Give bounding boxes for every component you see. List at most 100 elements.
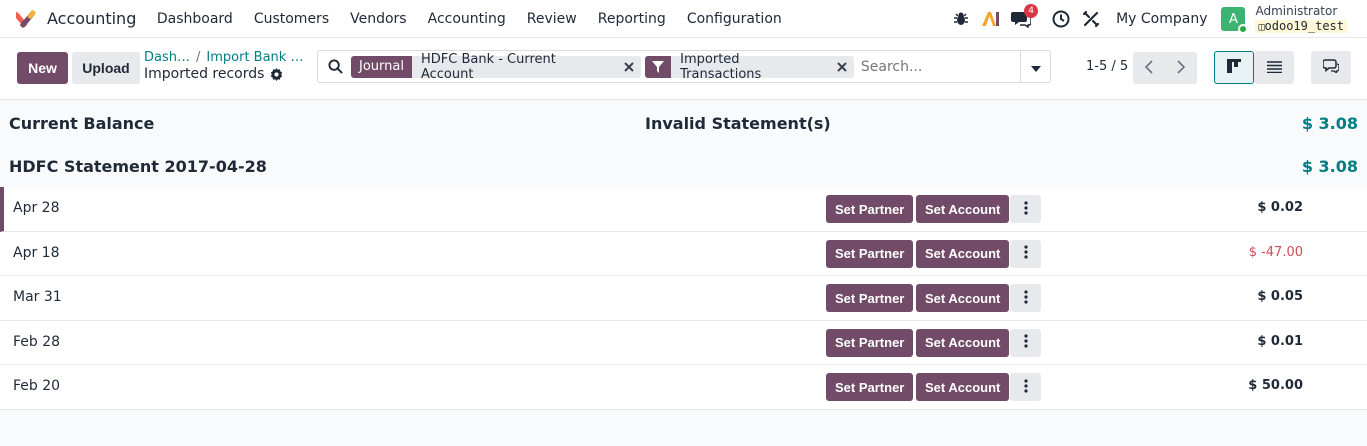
set-partner-button[interactable]: Set Partner: [826, 373, 914, 402]
transaction-row[interactable]: Mar 31 Set Partner Set Account $ 0.05: [0, 276, 1367, 321]
pager-next-button[interactable]: [1165, 52, 1197, 84]
transaction-amount: $ 50.00: [1248, 378, 1303, 394]
set-account-button[interactable]: Set Account: [916, 284, 1010, 313]
invalid-statements-link[interactable]: Invalid Statement(s): [645, 114, 831, 133]
more-actions-button[interactable]: [1010, 195, 1041, 223]
transaction-amount: $ 0.02: [1257, 200, 1303, 215]
set-account-button[interactable]: Set Account: [916, 373, 1010, 402]
pager-previous-button[interactable]: [1133, 52, 1165, 84]
transaction-date: Feb 20: [13, 378, 61, 395]
transaction-date: Apr 18: [13, 244, 60, 261]
transaction-amount: $ 0.05: [1257, 289, 1303, 305]
set-partner-button[interactable]: Set Partner: [826, 239, 914, 268]
chevron-left-icon: [1144, 59, 1153, 78]
set-partner-button[interactable]: Set Partner: [826, 328, 914, 357]
database-name: ◫odoo19_test: [1255, 18, 1347, 33]
facet-label: Journal: [351, 55, 412, 78]
menu-customers[interactable]: Customers: [243, 11, 339, 27]
facet-value: Imported Transactions: [680, 51, 762, 82]
transaction-date: Feb 28: [13, 333, 61, 350]
breadcrumb-import-bank[interactable]: Import Bank …: [206, 50, 303, 65]
breadcrumb-dashboard[interactable]: Dash…: [144, 50, 190, 65]
user-avatar[interactable]: A: [1221, 7, 1249, 34]
set-account-button[interactable]: Set Account: [916, 239, 1010, 268]
caret-down-icon: [1030, 57, 1041, 76]
transaction-row[interactable]: Feb 20 Set Partner Set Account $ 50.00: [0, 365, 1367, 410]
filter-facet: Imported Transactions: [645, 52, 854, 82]
search-icon[interactable]: [328, 59, 343, 74]
user-menu[interactable]: Administrator ◫odoo19_test: [1255, 4, 1347, 33]
top-navbar: Accounting Dashboard Customers Vendors A…: [0, 0, 1367, 38]
journal-facet: Journal HDFC Bank - Current Account: [351, 52, 642, 82]
navbar-systray: 4 My Company A Administrator ◫odoo19_tes…: [946, 0, 1367, 38]
menu-accounting[interactable]: Accounting: [417, 11, 516, 27]
breadcrumb: Dash… / Import Bank … Imported records: [144, 50, 303, 82]
current-balance-row: Current Balance Invalid Statement(s) $ 3…: [0, 101, 1367, 146]
more-actions-button[interactable]: [1010, 373, 1041, 402]
transaction-row[interactable]: Feb 28 Set Partner Set Account $ 0.01: [0, 320, 1367, 366]
menu-vendors[interactable]: Vendors: [340, 11, 417, 27]
search-bar: Journal HDFC Bank - Current Account Impo…: [317, 50, 1051, 83]
avatar-letter: A: [1229, 11, 1238, 27]
facet-value: HDFC Bank - Current Account: [420, 51, 556, 82]
upload-button[interactable]: Upload: [72, 52, 140, 84]
kanban-view-button[interactable]: [1214, 51, 1254, 84]
new-button[interactable]: New: [17, 52, 68, 84]
chevron-right-icon: [1177, 59, 1186, 78]
kanban-icon: [1227, 58, 1241, 77]
set-partner-button[interactable]: Set Partner: [826, 284, 914, 313]
set-partner-button[interactable]: Set Partner: [826, 195, 914, 223]
bank-reconciliation-content: Current Balance Invalid Statement(s) $ 3…: [0, 101, 1367, 410]
transaction-amount: $ 0.01: [1257, 333, 1303, 349]
control-panel: New Upload Dash… / Import Bank … Imported …: [0, 38, 1367, 100]
set-account-button[interactable]: Set Account: [916, 328, 1010, 357]
company-switcher[interactable]: My Company: [1116, 11, 1207, 27]
chatter-toggle-button[interactable]: [1311, 51, 1351, 84]
online-status-dot: [1238, 24, 1249, 34]
search-options-toggle[interactable]: [1020, 51, 1050, 82]
more-actions-button[interactable]: [1010, 239, 1041, 268]
filter-icon: [645, 55, 672, 78]
user-name: Administrator: [1255, 4, 1338, 19]
transaction-amount: $ -47.00: [1248, 244, 1303, 260]
bug-icon[interactable]: [950, 8, 972, 30]
vertical-dots-icon: [1023, 378, 1028, 397]
transaction-date: Apr 28: [13, 200, 60, 216]
menu-reporting[interactable]: Reporting: [587, 11, 676, 27]
vertical-dots-icon: [1023, 289, 1028, 308]
app-brand[interactable]: Accounting: [13, 8, 146, 30]
menu-review[interactable]: Review: [516, 11, 587, 27]
menu-dashboard[interactable]: Dashboard: [146, 11, 243, 27]
more-actions-button[interactable]: [1010, 328, 1041, 357]
accounting-app-icon: [13, 8, 38, 30]
ai-icon[interactable]: [980, 8, 1002, 30]
menu-configuration[interactable]: Configuration: [676, 11, 792, 27]
transaction-row[interactable]: Apr 28 Set Partner Set Account $ 0.02: [0, 187, 1367, 232]
set-account-button[interactable]: Set Account: [916, 195, 1010, 223]
current-balance-label: Current Balance: [9, 114, 155, 133]
messages-icon[interactable]: 4: [1010, 4, 1039, 30]
page-title: Imported records: [144, 66, 265, 82]
transaction-date: Mar 31: [13, 289, 62, 306]
more-actions-button[interactable]: [1010, 284, 1041, 313]
vertical-dots-icon: [1023, 200, 1028, 219]
pager-value[interactable]: 1-5 / 5: [1086, 59, 1128, 74]
current-balance-value: $ 3.08: [1301, 114, 1358, 133]
comments-icon: [1322, 58, 1340, 77]
gear-icon[interactable]: [270, 67, 283, 81]
database-name-label: odoo19_test: [1264, 18, 1344, 33]
clock-icon[interactable]: [1050, 8, 1072, 30]
transaction-row[interactable]: Apr 18 Set Partner Set Account $ -47.00: [0, 231, 1367, 277]
tools-icon[interactable]: [1080, 8, 1102, 30]
breadcrumb-separator: /: [196, 50, 201, 65]
list-icon: [1266, 58, 1282, 77]
app-name: Accounting: [47, 9, 137, 28]
remove-facet-icon[interactable]: [832, 61, 852, 72]
list-view-button[interactable]: [1254, 51, 1294, 84]
statement-balance: $ 3.08: [1301, 157, 1358, 176]
remove-facet-icon[interactable]: [619, 61, 639, 72]
messages-badge: 4: [1024, 4, 1039, 18]
transaction-list: Apr 28 Set Partner Set Account $ 0.02 Ap…: [0, 187, 1367, 410]
statement-header-row[interactable]: HDFC Statement 2017-04-28 $ 3.08: [0, 146, 1367, 187]
statement-name[interactable]: HDFC Statement 2017-04-28: [9, 157, 267, 176]
